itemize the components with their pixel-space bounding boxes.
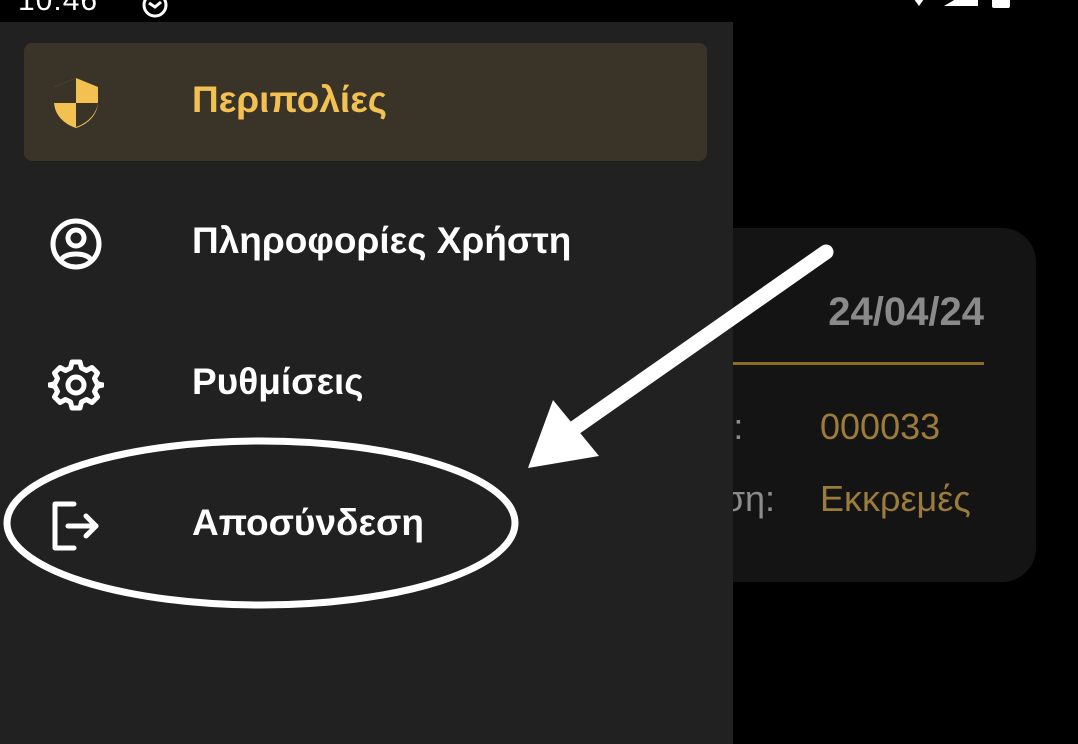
drawer-item-label: Αποσύνδεση [192, 502, 424, 543]
logout-icon [52, 501, 99, 551]
drawer-item-settings[interactable]: Ρυθμίσεις [24, 325, 707, 443]
drawer-item-label: Ρυθμίσεις [192, 361, 364, 402]
card-date: 24/04/24 [828, 290, 984, 334]
shield-icon [54, 78, 98, 128]
card-value-status: Εκκρεμές [820, 478, 971, 519]
drawer-item-label: Περιπολίες [192, 79, 388, 120]
user-circle-icon [50, 218, 102, 270]
status-icons [908, 0, 1010, 8]
drawer-item-patrols[interactable]: Περιπολίες [24, 43, 707, 161]
wifi-icon [914, 0, 924, 6]
drawer-item-label: Πληροφορίες Χρήστη [192, 220, 572, 261]
navigation-drawer: Περιπολίες Πληροφορίες Χρήστη Ρυθμίσεις … [0, 22, 733, 744]
status-bar: 10:46 [0, 0, 1078, 22]
signal-icon [944, 0, 978, 6]
drawer-item-logout[interactable]: Αποσύνδεση [24, 466, 707, 584]
card-value-code: 000033 [820, 406, 941, 447]
drawer-item-user-info[interactable]: Πληροφορίες Χρήστη [24, 184, 707, 302]
battery-icon [992, 0, 1010, 8]
gear-icon [48, 359, 104, 411]
status-time: 10:46 [18, 0, 99, 17]
globe-icon [142, 0, 168, 18]
